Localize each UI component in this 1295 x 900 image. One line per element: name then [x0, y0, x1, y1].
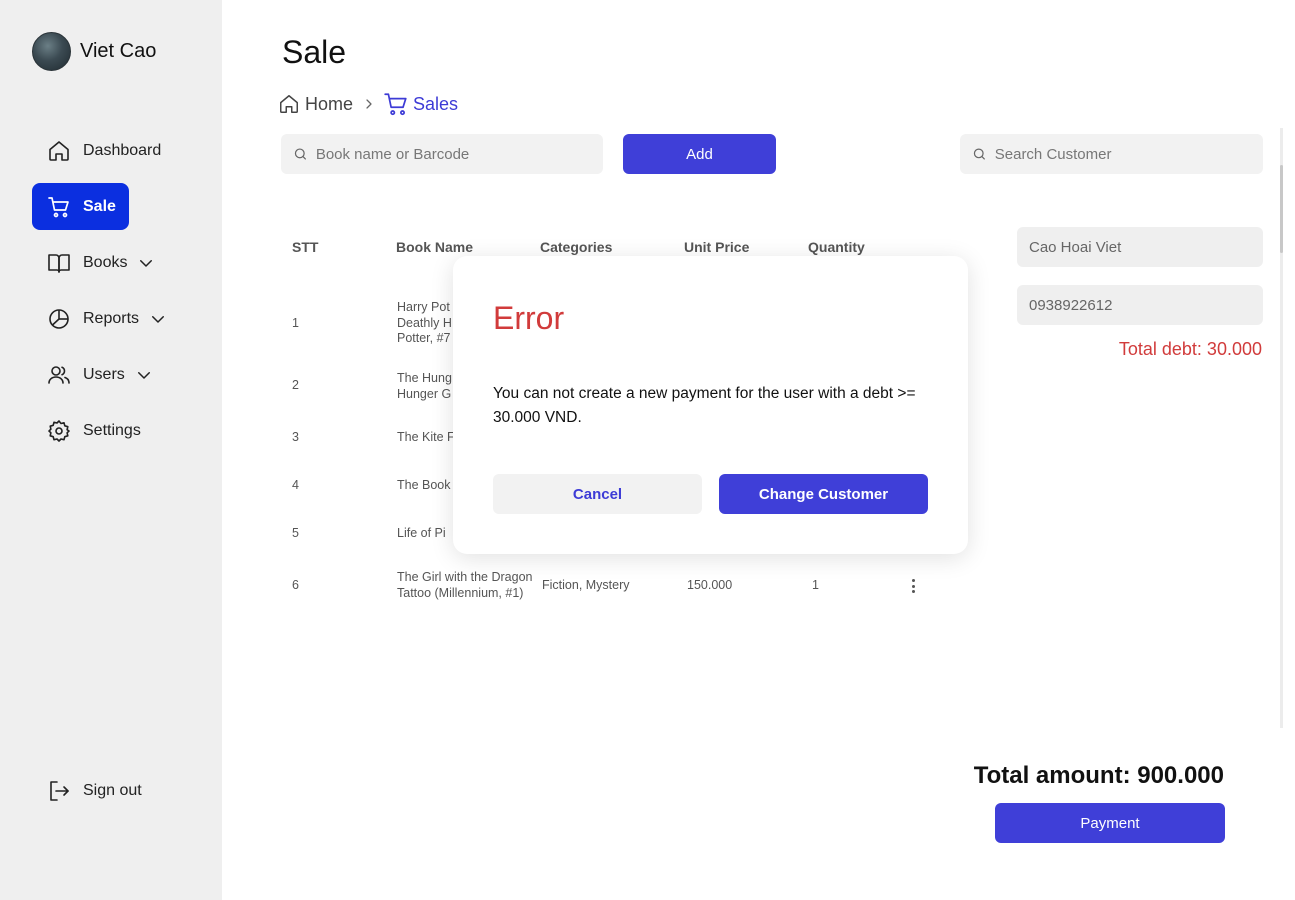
breadcrumb-home-label: Home [305, 93, 354, 114]
sidebar-item-label: Settings [83, 421, 141, 439]
cell-book-name: Harry Pot Deathly H Potter, #7 [397, 300, 452, 347]
home-icon [49, 140, 69, 161]
chevron-down-icon[interactable] [137, 254, 155, 272]
sidebar-item-sale[interactable]: Sale [32, 183, 129, 230]
cell-stt: 3 [292, 430, 299, 444]
payment-button[interactable]: Payment [995, 803, 1225, 843]
cell-book-name: The Girl with the Dragon Tattoo (Millenn… [397, 570, 532, 601]
cart-icon [48, 196, 69, 217]
pie-chart-icon [49, 308, 69, 329]
column-header-stt: STT [292, 239, 319, 255]
customer-phone-field[interactable]: 0938922612 [1017, 285, 1263, 325]
cell-stt: 6 [292, 578, 299, 592]
book-name-line: The Hung [397, 371, 452, 385]
search-icon [294, 148, 306, 160]
gear-icon [48, 419, 70, 442]
home-icon [280, 95, 298, 113]
chevron-down-icon[interactable] [149, 310, 167, 328]
sidebar-item-label: Books [83, 253, 128, 271]
sign-out-button[interactable]: Sign out [32, 767, 142, 814]
sidebar-item-label: Dashboard [83, 141, 162, 159]
breadcrumb-home[interactable]: Home [278, 93, 353, 115]
dialog-message: You can not create a new payment for the… [493, 385, 916, 426]
cell-quantity: 1 [812, 578, 819, 592]
sidebar-item-dashboard[interactable]: Dashboard [32, 127, 161, 174]
users-icon [48, 365, 70, 384]
cell-stt: 2 [292, 378, 299, 392]
sidebar-item-books[interactable]: Books [32, 239, 155, 286]
error-dialog: Error You can not create a new payment f… [453, 256, 968, 554]
column-header-categories: Categories [540, 239, 613, 255]
cancel-button[interactable]: Cancel [493, 474, 702, 514]
customer-search-input[interactable] [994, 145, 1263, 163]
customer-name-field[interactable]: Cao Hoai Viet [1017, 227, 1263, 267]
sidebar-item-label: Sale [83, 197, 116, 215]
column-header-quantity: Quantity [808, 239, 865, 255]
cell-book-name: The Hung Hunger G [397, 371, 452, 402]
sidebar-item-reports[interactable]: Reports [32, 295, 167, 342]
column-header-book-name: Book Name [396, 239, 474, 255]
sidebar: Viet Cao Dashboard Sale Books Reports Us… [0, 0, 222, 900]
breadcrumb-sales-label: Sales [413, 93, 459, 114]
user-name: Viet Cao [80, 40, 157, 62]
row-menu-icon[interactable] [907, 577, 919, 595]
book-icon [48, 253, 70, 273]
book-search-input[interactable] [315, 145, 603, 163]
chevron-down-icon[interactable] [135, 366, 153, 384]
cell-book-name: Life of Pi [397, 526, 446, 540]
dialog-title: Error [493, 300, 565, 336]
book-name-line: Tattoo (Millennium, #1) [397, 585, 524, 600]
page-title: Sale [282, 34, 347, 70]
cell-stt: 4 [292, 478, 299, 492]
add-button[interactable]: Add [623, 134, 776, 174]
cell-book-name: The Kite F [397, 430, 455, 444]
avatar [32, 32, 71, 71]
sidebar-item-label: Users [83, 365, 125, 383]
book-name-line: Harry Pot [397, 300, 450, 314]
user-profile[interactable]: Viet Cao [32, 32, 156, 71]
cell-stt: 5 [292, 526, 299, 540]
book-name-line: Hunger G [397, 386, 452, 401]
sign-out-icon [50, 780, 69, 801]
cell-book-name: The Book [397, 478, 451, 492]
column-header-unit-price: Unit Price [684, 239, 750, 255]
search-icon [973, 148, 985, 160]
breadcrumb-sales[interactable]: Sales [383, 91, 458, 117]
cell-categories: Fiction, Mystery [542, 578, 630, 592]
breadcrumb: Home Sales [278, 91, 458, 117]
change-customer-button[interactable]: Change Customer [719, 474, 928, 514]
sign-out-label: Sign out [83, 781, 142, 799]
sidebar-item-settings[interactable]: Settings [32, 407, 141, 454]
sidebar-item-label: Reports [83, 309, 140, 327]
cell-stt: 1 [292, 316, 299, 330]
chevron-right-icon [366, 99, 372, 109]
total-debt: Total debt: 30.000 [1118, 339, 1262, 359]
customer-search-field[interactable] [960, 134, 1263, 174]
book-name-line: Potter, #7 [397, 331, 451, 345]
book-name-line: Deathly H [397, 315, 452, 330]
cart-icon [384, 93, 407, 116]
scrollbar-thumb[interactable] [1280, 165, 1283, 253]
total-amount: Total amount: 900.000 [973, 762, 1224, 789]
sidebar-item-users[interactable]: Users [32, 351, 153, 398]
book-search-field[interactable] [281, 134, 603, 174]
cell-unit-price: 150.000 [687, 578, 733, 592]
book-name-line: The Girl with the Dragon [397, 570, 533, 584]
